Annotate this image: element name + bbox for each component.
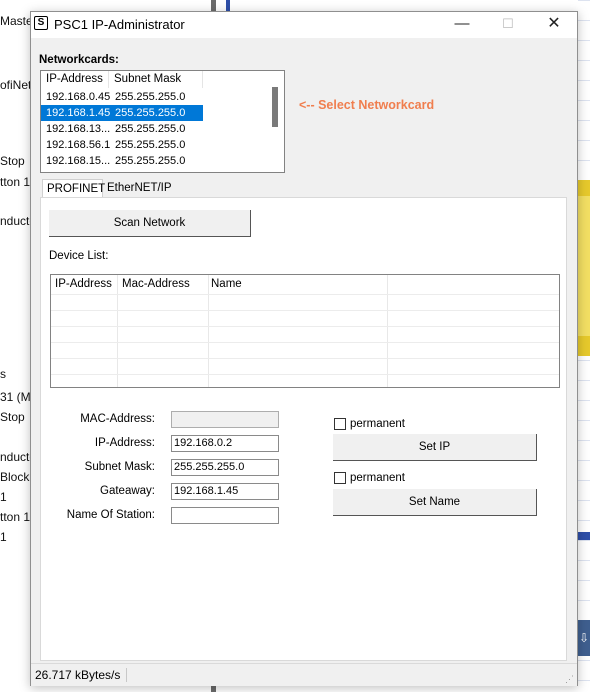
- window-title: PSC1 IP-Administrator: [54, 17, 185, 32]
- background-accent-bar: [578, 532, 590, 540]
- device-list[interactable]: IP-Address Mac-Address Name: [50, 274, 560, 388]
- profinet-panel: Scan Network Device List: IP-Address Mac…: [40, 197, 567, 661]
- networkcard-list[interactable]: IP-Address Subnet Mask 192.168.0.45 255.…: [40, 70, 285, 173]
- permanent-name-checkbox[interactable]: [334, 472, 346, 484]
- status-bar: 26.717 kBytes/s ⋰: [31, 663, 577, 686]
- networkcards-label: Networkcards:: [39, 54, 119, 66]
- row-divider: [51, 374, 559, 375]
- bg-label: ofiNet: [0, 78, 32, 92]
- gateway-field[interactable]: 192.168.1.45: [171, 483, 279, 500]
- app-logo-icon: S: [34, 16, 48, 30]
- row-mask: 255.255.255.0: [115, 155, 186, 167]
- bg-label: tton 1: [0, 510, 31, 524]
- background-app-panel: Master ofiNet Stop tton 1 nducto s 31 (M…: [0, 0, 39, 692]
- bg-label: Stop: [0, 154, 25, 168]
- subnet-mask-field[interactable]: 255.255.255.0: [171, 459, 279, 476]
- bg-label: s: [0, 367, 6, 381]
- ip-address-field[interactable]: 192.168.0.2: [171, 435, 279, 452]
- scrollbar-thumb[interactable]: [272, 87, 278, 127]
- maximize-button[interactable]: ☐: [485, 12, 531, 38]
- bg-label: tton 1: [0, 175, 31, 189]
- row-ip: 192.168.0.45: [46, 91, 110, 103]
- row-divider: [51, 294, 559, 295]
- mac-address-field[interactable]: [171, 411, 279, 428]
- row-divider: [51, 342, 559, 343]
- row-ip: 192.168.13....: [46, 123, 110, 135]
- ip-address-label: IP-Address:: [94, 437, 155, 449]
- row-ip: 192.168.1.45: [46, 107, 110, 119]
- column-header-ip[interactable]: IP-Address: [41, 71, 109, 88]
- device-list-label: Device List:: [49, 250, 109, 262]
- title-bar[interactable]: S PSC1 IP-Administrator — ☐ ✕: [31, 12, 577, 38]
- bg-label: 1: [0, 530, 7, 544]
- mac-address-label: MAC-Address:: [80, 413, 155, 425]
- row-ip: 192.168.15...: [46, 155, 110, 167]
- set-name-button[interactable]: Set Name: [333, 489, 537, 516]
- minimize-button[interactable]: —: [439, 12, 485, 38]
- row-divider: [51, 310, 559, 311]
- column-header-mac[interactable]: Mac-Address: [122, 278, 190, 290]
- row-mask: 255.255.255.0: [115, 123, 186, 135]
- permanent-ip-checkbox[interactable]: [334, 418, 346, 430]
- networkcard-row-selected[interactable]: 192.168.1.45 255.255.255.0: [41, 105, 203, 121]
- set-ip-button[interactable]: Set IP: [333, 434, 537, 461]
- ip-administrator-window: S PSC1 IP-Administrator — ☐ ✕ Networkcar…: [30, 11, 578, 686]
- scan-network-button[interactable]: Scan Network: [49, 210, 251, 237]
- background-device-block-inner: [578, 196, 590, 336]
- row-ip: 192.168.56.1: [46, 139, 110, 151]
- subnet-mask-label: Subnet Mask:: [84, 461, 155, 473]
- row-divider: [51, 358, 559, 359]
- permanent-name-label: permanent: [350, 472, 405, 484]
- close-button[interactable]: ✕: [531, 12, 577, 38]
- station-name-field[interactable]: [171, 507, 279, 524]
- column-header-name[interactable]: Name: [211, 278, 242, 290]
- gateway-label: Gateaway:: [100, 485, 155, 497]
- select-networkcard-hint: <-- Select Networkcard: [299, 98, 435, 112]
- column-divider: [387, 275, 388, 387]
- station-name-label: Name Of Station:: [66, 509, 155, 521]
- row-mask: 255.255.255.0: [115, 91, 186, 103]
- bg-label: Stop: [0, 410, 25, 424]
- tab-ethernet-ip[interactable]: EtherNET/IP: [103, 179, 181, 197]
- tab-profinet[interactable]: PROFINET: [42, 179, 105, 197]
- permanent-ip-label: permanent: [350, 418, 405, 430]
- column-divider: [208, 275, 209, 387]
- column-header-subnet[interactable]: Subnet Mask: [109, 71, 203, 88]
- download-icon[interactable]: ⇩: [578, 620, 590, 656]
- resize-grip-icon[interactable]: ⋰: [565, 674, 574, 685]
- bg-label: 1: [0, 490, 7, 504]
- column-divider: [117, 275, 118, 387]
- row-divider: [51, 326, 559, 327]
- row-mask: 255.255.255.0: [115, 107, 186, 119]
- transfer-rate: 26.717 kBytes/s: [35, 668, 128, 682]
- column-header-ip[interactable]: IP-Address: [55, 278, 112, 290]
- row-mask: 255.255.255.0: [115, 139, 186, 151]
